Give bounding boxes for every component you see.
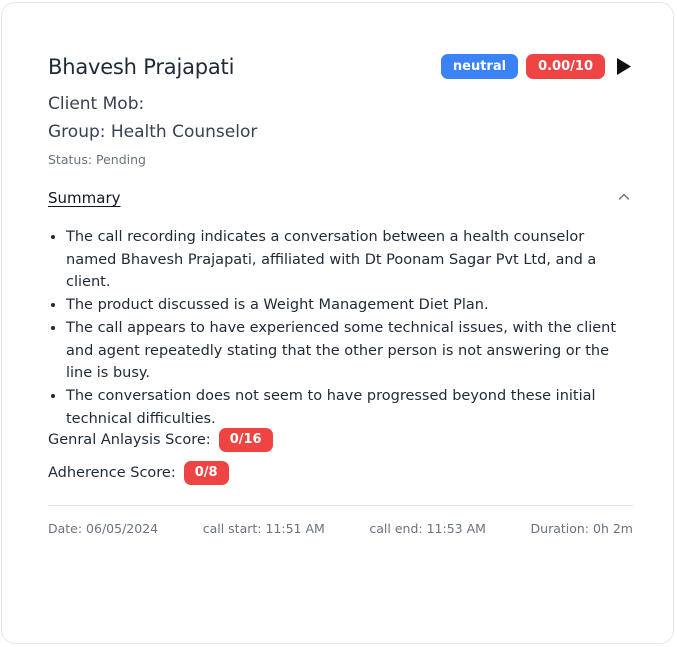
status-text: Status: Pending	[48, 152, 146, 167]
call-footer: Date: 06/05/2024 call start: 11:51 AM ca…	[48, 519, 633, 539]
card-header: Bhavesh Prajapati neutral 0.00/10	[48, 52, 633, 82]
sentiment-badge: neutral	[440, 54, 519, 79]
call-duration: Duration: 0h 2m	[530, 521, 633, 536]
adherence-score-badge: 0/8	[183, 461, 229, 485]
call-end: call end: 11:53 AM	[369, 521, 486, 536]
call-date: Date: 06/05/2024	[48, 521, 159, 536]
score-badge: 0.00/10	[526, 54, 605, 79]
adherence-score-label: Adherence Score:	[48, 465, 176, 481]
call-summary-card: Bhavesh Prajapati neutral 0.00/10 Client…	[1, 2, 674, 644]
general-score-label: Genral Anlaysis Score:	[48, 432, 211, 448]
header-badges: neutral 0.00/10	[440, 54, 633, 79]
summary-point: The call recording indicates a conversat…	[66, 226, 618, 294]
footer-divider	[48, 505, 633, 506]
group-label: Group: Health Counselor	[48, 122, 258, 142]
play-icon-shape	[617, 58, 631, 75]
call-start: call start: 11:51 AM	[202, 521, 325, 536]
general-score-badge: 0/16	[218, 428, 273, 452]
summary-list: The call recording indicates a conversat…	[48, 226, 618, 430]
summary-point: The conversation does not seem to have p…	[66, 385, 618, 430]
summary-point: The call appears to have experienced som…	[66, 317, 618, 385]
summary-point: The product discussed is a Weight Manage…	[66, 294, 618, 317]
client-mob: Client Mob:	[48, 94, 145, 114]
agent-name: Bhavesh Prajapati	[48, 55, 235, 79]
play-icon[interactable]	[615, 55, 633, 79]
adherence-score-row: Adherence Score: 0/8	[48, 461, 229, 485]
summary-header[interactable]: Summary	[48, 187, 633, 209]
summary-title[interactable]: Summary	[48, 187, 121, 209]
general-score-row: Genral Anlaysis Score: 0/16	[48, 428, 273, 452]
chevron-up-icon[interactable]	[617, 190, 631, 204]
